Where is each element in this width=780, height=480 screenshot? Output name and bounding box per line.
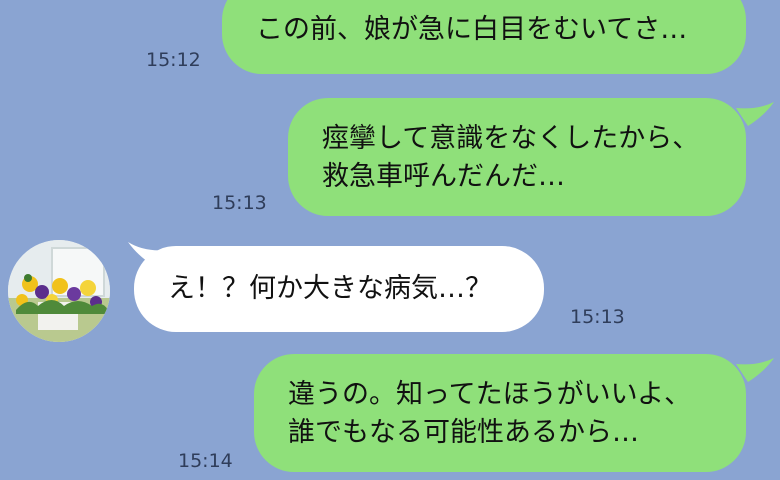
message-bubble-incoming[interactable]: え！？何か大きな病気…？ [134,246,544,332]
bubble-tail [128,242,166,266]
message-text: 痙攣して意識をなくしたから、 [322,123,700,154]
message-timestamp: 15:13 [212,192,267,214]
message-text: え！？何か大きな病気…？ [168,273,492,304]
message-timestamp: 15:12 [146,49,201,71]
bubble-tail [736,358,774,382]
message-bubble-outgoing[interactable]: 痙攣して意識をなくしたから、 救急車呼んだんだ… [288,98,746,216]
message-text: 誰でもなる可能性あるから… [288,417,639,448]
bubble-tail [736,102,774,126]
flower-pot-avatar-icon [8,240,110,342]
message-text: 救急車呼んだんだ… [322,161,565,192]
message-bubble-outgoing[interactable]: 違うの。知ってたほうがいいよ、 誰でもなる可能性あるから… [254,354,746,472]
message-timestamp: 15:13 [570,306,625,328]
message-timestamp: 15:14 [178,450,233,472]
message-text: 違うの。知ってたほうがいいよ、 [288,379,692,410]
message-bubble-outgoing[interactable]: この前、娘が急に白目をむいてさ… [222,0,746,74]
message-text: この前、娘が急に白目をむいてさ… [256,14,688,45]
contact-avatar[interactable] [8,240,110,342]
